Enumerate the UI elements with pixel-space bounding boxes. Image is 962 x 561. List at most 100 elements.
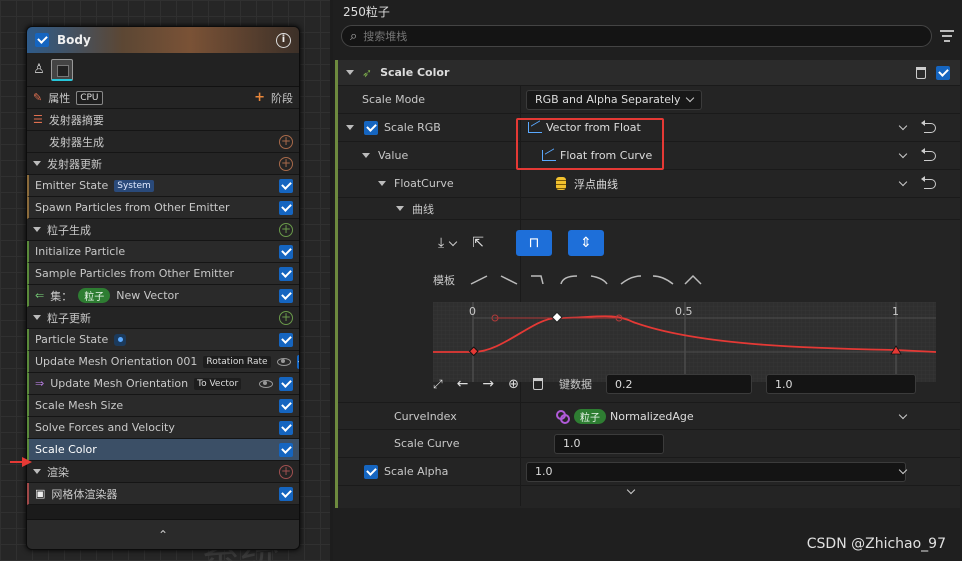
scale-rgb-value[interactable]: Vector from Float [546,121,641,134]
scale-curve-field[interactable]: 1.0 [554,433,664,454]
reset-icon[interactable] [921,119,936,133]
next-key-icon[interactable]: → [482,376,494,392]
add-renderer-icon[interactable]: + [279,464,293,479]
module-enabled-checkbox[interactable] [279,332,293,347]
prev-key-icon[interactable]: ← [457,376,469,392]
value-label: Value [378,149,409,162]
tangent-mode-dropdown[interactable]: ⤓ [438,235,458,251]
emitter-spawn-row[interactable]: 发射器生成 + [27,131,299,153]
curve-icon [542,150,556,161]
value-value[interactable]: Float from Curve [560,149,652,162]
node-enabled-checkbox[interactable] [35,33,49,47]
module-header[interactable]: ➶ Scale Color [338,60,960,86]
fit-view-icon[interactable]: ⤢ [433,377,443,392]
module-spawn-other[interactable]: Spawn Particles from Other Emitter [27,197,299,219]
chevron-down-icon[interactable] [898,410,908,419]
chevron-down-icon[interactable] [898,177,908,187]
person-icon[interactable]: ♙ [33,62,45,78]
emitter-summary-row[interactable]: ☰ 发射器摘要 [27,109,299,131]
add-emitter-update-icon[interactable]: + [279,156,293,171]
chevron-down-icon[interactable] [898,149,908,159]
module-scale-mesh-size[interactable]: Scale Mesh Size [27,395,299,417]
curve-axis-label-05: 0.5 [675,305,693,318]
add-key-icon[interactable]: ⊕ [508,377,519,392]
collapse-icon[interactable] [33,161,41,166]
float-curve-value[interactable]: 浮点曲线 [574,176,618,192]
float-curve-row: FloatCurve 浮点曲线 [338,170,960,198]
emitter-update-row[interactable]: 发射器更新 + [27,153,299,175]
curve-template-icons[interactable] [467,272,717,288]
key-time-field[interactable]: 0.2 [605,374,752,394]
emitter-node[interactable]: Body i ♙ ✎ 属性 CPU + 阶段 ☰ 发射器摘要 发射器生成 + 发… [26,26,300,550]
add-particle-spawn-icon[interactable]: + [279,222,293,237]
module-enabled-checkbox[interactable] [279,398,293,413]
collapse-icon[interactable] [396,206,404,211]
curve-icon [528,122,542,133]
visibility-eye-icon[interactable] [276,357,291,366]
add-emitter-spawn-icon[interactable]: + [279,134,293,149]
curve-editor-graph[interactable]: 0 0.5 1 [433,302,936,382]
module-enabled-checkbox[interactable] [296,354,299,369]
particle-state-icon [114,333,127,346]
reset-icon[interactable] [921,147,936,161]
module-sample-other[interactable]: Sample Particles from Other Emitter [27,263,299,285]
visibility-eye-icon[interactable] [259,379,273,388]
collapse-icon[interactable] [33,227,41,232]
scale-rgb-checkbox[interactable] [364,120,378,135]
expand-more-button[interactable] [626,485,636,495]
module-scale-color[interactable]: Scale Color [27,439,299,461]
scale-alpha-field[interactable]: 1.0 [526,461,906,482]
collapse-icon[interactable] [346,125,354,130]
properties-row[interactable]: ✎ 属性 CPU + 阶段 [27,87,299,109]
module-enabled-checkbox[interactable] [279,486,293,501]
delete-key-icon[interactable] [532,378,543,390]
node-graph[interactable]: 系统 Body i ♙ ✎ 属性 CPU + 阶段 ☰ 发射器摘要 发射器生成 … [0,0,330,561]
module-enabled-checkbox[interactable] [279,200,293,215]
particle-update-row[interactable]: 粒子更新 + [27,307,299,329]
module-enabled-checkbox[interactable] [279,266,293,281]
filter-icon[interactable] [940,30,954,42]
render-row[interactable]: 渲染 + [27,461,299,483]
key-value-field[interactable]: 1.0 [765,374,916,394]
reset-icon[interactable] [921,175,936,189]
search-input[interactable] [363,29,664,43]
module-emitter-state[interactable]: Emitter State System [27,175,299,197]
module-particle-state[interactable]: Particle State [27,329,299,351]
module-update-mesh[interactable]: ⇒ Update Mesh Orientation To Vector [27,373,299,395]
collapse-node-button[interactable]: ⌃ [27,519,299,549]
module-enabled-checkbox[interactable] [279,244,293,259]
search-box[interactable]: ⌕ [341,25,932,47]
module-set-new-vector[interactable]: ⇐ 集： 粒子 New Vector [27,285,299,307]
add-particle-update-icon[interactable]: + [279,310,293,325]
snap-vertical-button[interactable]: ⇕ [567,230,604,256]
node-title-bar[interactable]: Body i [27,27,299,53]
module-enabled-checkbox[interactable] [279,288,293,303]
scale-mode-dropdown[interactable]: RGB and Alpha Separately [526,89,702,110]
collapse-icon[interactable] [33,469,41,474]
module-enabled-checkbox[interactable] [279,442,293,457]
module-enabled-checkbox[interactable] [279,376,293,391]
curve-index-value[interactable]: NormalizedAge [610,410,694,423]
collapse-icon[interactable] [33,315,41,320]
collapse-icon[interactable] [362,153,370,158]
module-init-particle[interactable]: Initialize Particle [27,241,299,263]
module-enabled-checkbox[interactable] [936,65,950,80]
module-mesh-renderer[interactable]: ▣ 网格体渲染器 [27,483,299,505]
list-icon: ☰ [33,113,43,126]
info-icon[interactable]: i [276,32,291,48]
module-update-mesh-001[interactable]: Update Mesh Orientation 001 Rotation Rat… [27,351,299,373]
curve-index-label: CurveIndex [394,409,457,423]
delete-module-icon[interactable] [916,66,926,79]
stage-button[interactable]: + 阶段 [254,90,293,106]
particle-spawn-row[interactable]: 粒子生成 + [27,219,299,241]
open-external-icon[interactable]: ⇱ [472,235,484,251]
chevron-down-icon[interactable] [898,121,908,131]
scale-alpha-checkbox[interactable] [364,464,378,479]
snap-horizontal-button[interactable]: ⊓ [515,230,552,256]
module-solve-forces[interactable]: Solve Forces and Velocity [27,417,299,439]
module-enabled-checkbox[interactable] [279,420,293,435]
module-enabled-checkbox[interactable] [279,178,293,193]
mesh-thumbnail-icon[interactable] [51,58,73,81]
collapse-icon[interactable] [346,70,354,75]
collapse-icon[interactable] [378,181,386,186]
